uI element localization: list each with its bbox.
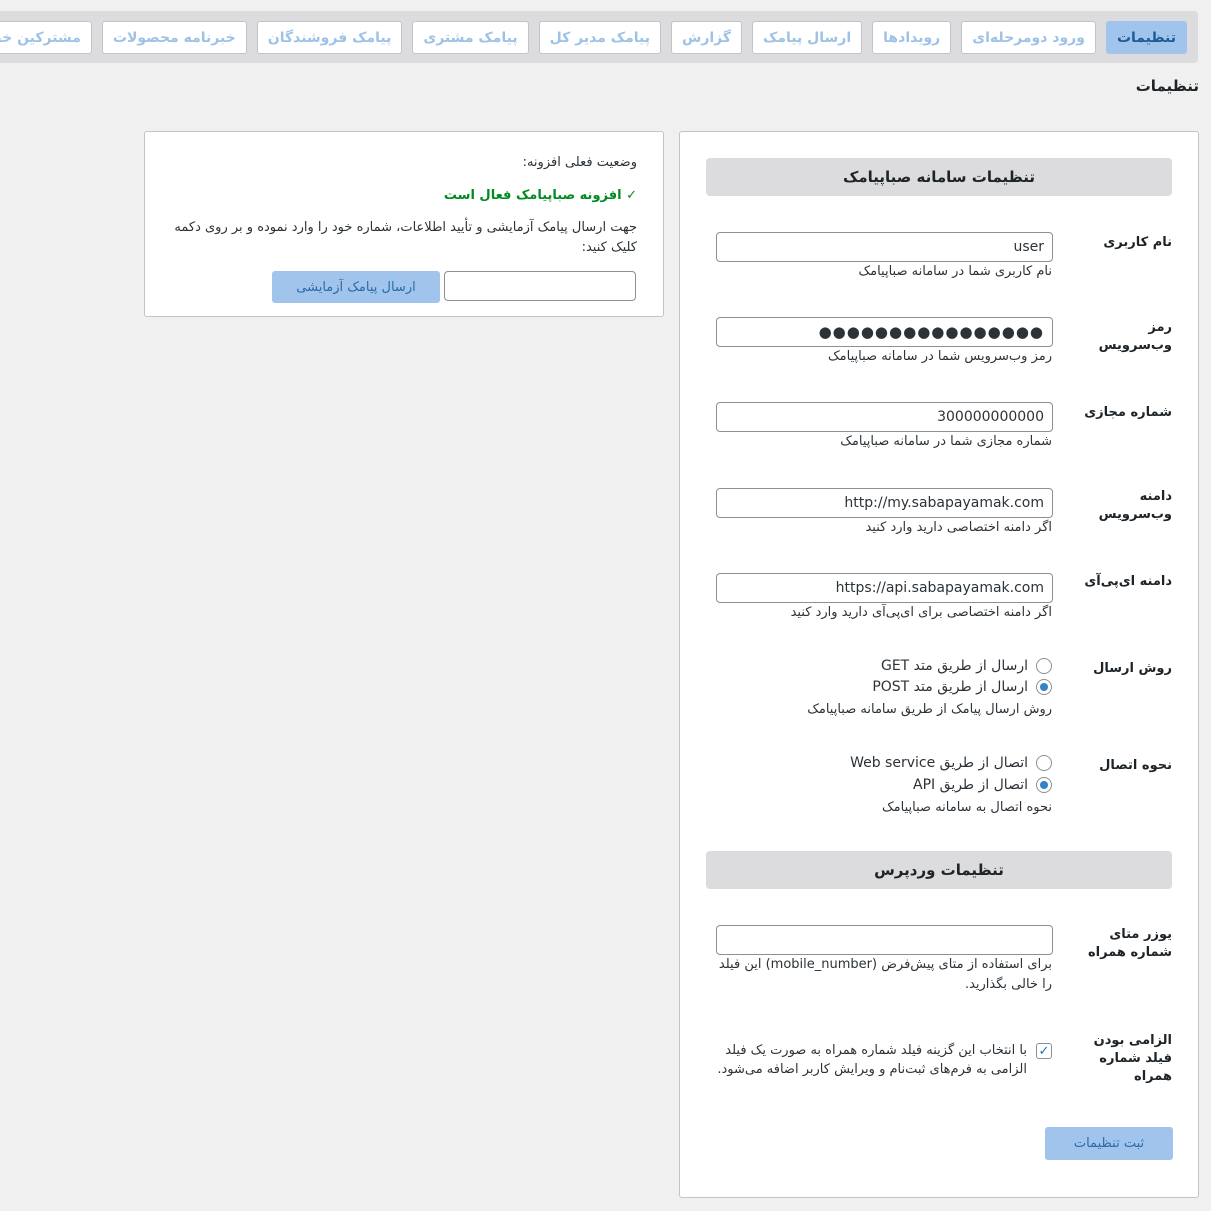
- tab-customer-sms[interactable]: پیامک مشتری: [413, 21, 530, 54]
- tab-events[interactable]: رویدادها: [873, 21, 953, 54]
- send-method-get-text: ارسال از طریق متد GET: [881, 658, 1029, 674]
- ws-domain-desc: اگر دامنه اختصاصی دارید وارد کنید: [866, 520, 1053, 535]
- password-label: رمز وب‌سرویس: [1099, 320, 1173, 353]
- tab-bar: تنظیمات ورود دومرحله‌ای رویدادها ارسال پ…: [0, 11, 1199, 63]
- connection-webservice-text: اتصال از طریق Web service: [851, 755, 1029, 771]
- mobile-required-checkbox[interactable]: ✓: [1037, 1043, 1053, 1059]
- send-method-post-text: ارسال از طریق متد POST: [873, 679, 1029, 695]
- virtual-number-desc: شماره مجازی شما در سامانه صباپیامک: [841, 434, 1053, 449]
- send-method-option-post[interactable]: ارسال از طریق متد POST: [873, 679, 1053, 695]
- tab-admin-sms[interactable]: پیامک مدیر کل: [539, 21, 662, 54]
- username-input[interactable]: [717, 232, 1054, 262]
- sms-settings-heading: تنظیمات سامانه صباپیامک: [707, 158, 1173, 196]
- connection-webservice-radio[interactable]: [1037, 755, 1053, 771]
- send-method-desc: روش ارسال پیامک از طریق سامانه صباپیامک: [808, 702, 1053, 717]
- user-meta-input[interactable]: [717, 925, 1054, 955]
- connection-label: نحوه اتصال: [1100, 758, 1173, 773]
- api-domain-input[interactable]: [717, 573, 1054, 603]
- settings-card: تنظیمات سامانه صباپیامک نام کاربری نام ک…: [680, 131, 1200, 1198]
- connection-api-text: اتصال از طریق API: [914, 777, 1029, 793]
- virtual-number-label: شماره مجازی: [1085, 405, 1173, 420]
- connection-desc: نحوه اتصال به سامانه صباپیامک: [883, 800, 1053, 815]
- password-input[interactable]: [717, 317, 1054, 347]
- wp-settings-heading: تنظیمات وردپرس: [707, 851, 1173, 889]
- send-method-post-radio[interactable]: [1037, 679, 1053, 695]
- user-meta-desc: برای استفاده از متای پیش‌فرض (mobile_num…: [719, 957, 1053, 992]
- password-desc: رمز وب‌سرویس شما در سامانه صباپیامک: [829, 349, 1053, 364]
- mobile-required-label: الزامی بودن فیلد شماره همراه: [1094, 1033, 1173, 1084]
- tab-vendor-sms[interactable]: پیامک فروشندگان: [257, 21, 404, 54]
- tab-product-newsletter[interactable]: خبرنامه محصولات: [102, 21, 248, 54]
- status-title: وضعیت فعلی افزونه:: [523, 155, 638, 170]
- connection-api-radio[interactable]: [1037, 777, 1053, 793]
- connection-option-webservice[interactable]: اتصال از طریق Web service: [851, 755, 1053, 771]
- status-instruction: جهت ارسال پیامک آزمایشی و تأیید اطلاعات،…: [175, 220, 638, 255]
- save-settings-button[interactable]: ثبت تنظیمات: [1046, 1127, 1174, 1160]
- connection-option-api[interactable]: اتصال از طریق API: [914, 777, 1053, 793]
- virtual-number-input[interactable]: [717, 402, 1054, 432]
- username-desc: نام کاربری شما در سامانه صباپیامک: [859, 264, 1053, 279]
- ws-domain-input[interactable]: [717, 488, 1054, 518]
- test-phone-input[interactable]: [445, 271, 637, 301]
- api-domain-label: دامنه ای‌پی‌آی: [1085, 574, 1173, 589]
- status-card: وضعیت فعلی افزونه: ✓ افزونه صباپیامک فعا…: [145, 131, 665, 317]
- send-test-sms-button[interactable]: ارسال پیامک آزمایشی: [273, 271, 441, 303]
- page-title: تنظیمات: [1136, 77, 1200, 95]
- tab-report[interactable]: گزارش: [672, 21, 744, 54]
- send-method-label: روش ارسال: [1094, 661, 1173, 676]
- mobile-required-text: با انتخاب این گزینه فیلد شماره همراه به …: [718, 1043, 1028, 1077]
- username-label: نام کاربری: [1104, 235, 1173, 250]
- status-ok-text: ✓ افزونه صباپیامک فعال است: [444, 188, 638, 203]
- send-method-option-get[interactable]: ارسال از طریق متد GET: [882, 658, 1053, 674]
- api-domain-desc: اگر دامنه اختصاصی برای ای‌پی‌آی دارید وا…: [791, 605, 1053, 620]
- tab-settings[interactable]: تنظیمات: [1106, 21, 1188, 54]
- send-method-get-radio[interactable]: [1037, 658, 1053, 674]
- tab-newsletter-subscribers[interactable]: مشترکین خبرنامه: [0, 21, 93, 54]
- tab-send-sms[interactable]: ارسال پیامک: [753, 21, 864, 54]
- tab-two-step-login[interactable]: ورود دومرحله‌ای: [962, 21, 1097, 54]
- ws-domain-label: دامنه وب‌سرویس: [1099, 489, 1173, 522]
- user-meta-label: یوزر متای شماره همراه: [1088, 927, 1173, 960]
